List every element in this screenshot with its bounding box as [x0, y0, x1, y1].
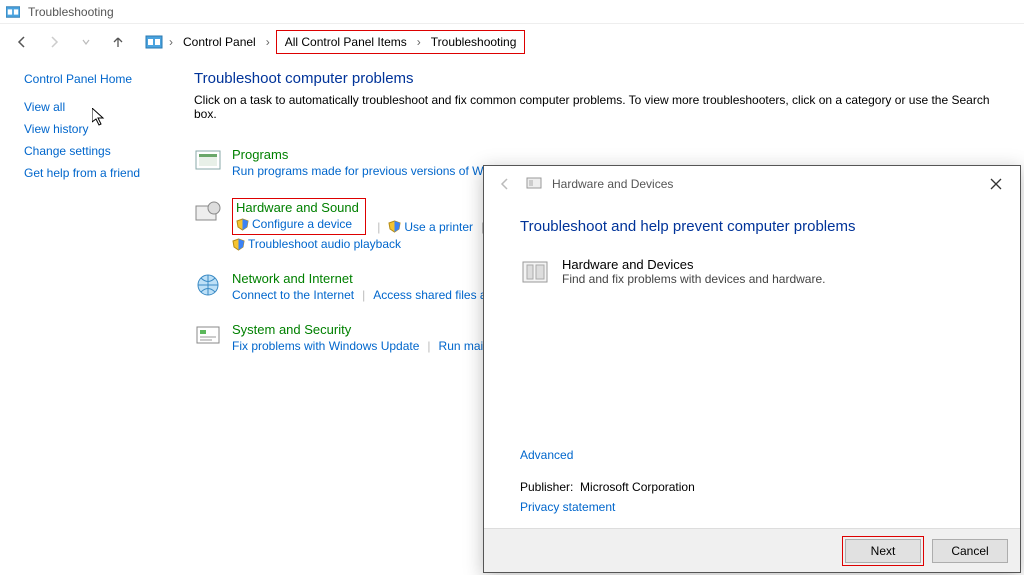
breadcrumb-item-2[interactable]: Troubleshooting — [427, 33, 521, 51]
title-bar: Troubleshooting — [0, 0, 1024, 24]
dialog-body: Troubleshoot and help prevent computer p… — [484, 202, 1020, 528]
system-icon — [194, 322, 222, 350]
link-configure-device[interactable]: Configure a device — [252, 217, 352, 231]
programs-icon — [194, 147, 222, 175]
link-windows-update[interactable]: Fix problems with Windows Update — [232, 339, 419, 353]
page-subtext: Click on a task to automatically trouble… — [194, 93, 1012, 121]
dialog-item-title: Hardware and Devices — [562, 257, 825, 272]
category-title[interactable]: Hardware and Sound — [236, 200, 359, 215]
dialog-title: Hardware and Devices — [552, 177, 673, 191]
breadcrumb[interactable]: › Control Panel › All Control Panel Item… — [138, 30, 532, 54]
link-shared-files[interactable]: Access shared files a — [373, 288, 486, 302]
window-title: Troubleshooting — [28, 5, 114, 19]
dialog-item: Hardware and Devices Find and fix proble… — [520, 257, 984, 290]
publisher-info: Publisher: Microsoft Corporation — [520, 480, 695, 494]
separator: | — [354, 288, 373, 302]
app-icon — [6, 5, 22, 19]
nav-recent-dropdown[interactable] — [74, 30, 98, 54]
cancel-button[interactable]: Cancel — [932, 539, 1008, 563]
chevron-right-icon: › — [264, 35, 272, 49]
category-title[interactable]: System and Security — [232, 322, 483, 337]
publisher-value: Microsoft Corporation — [580, 480, 695, 494]
troubleshooter-dialog: Hardware and Devices Troubleshoot and he… — [483, 165, 1021, 573]
nav-toolbar: › Control Panel › All Control Panel Item… — [0, 24, 1024, 60]
sidebar-item-change-settings[interactable]: Change settings — [24, 144, 178, 158]
privacy-link[interactable]: Privacy statement — [520, 500, 615, 514]
next-highlight: Next — [842, 536, 924, 566]
page-heading: Troubleshoot computer problems — [194, 70, 1012, 87]
category-title[interactable]: Network and Internet — [232, 271, 487, 286]
shield-icon — [236, 218, 249, 231]
chevron-right-icon: › — [415, 35, 423, 49]
dialog-footer: Next Cancel — [484, 528, 1020, 572]
nav-up-button[interactable] — [106, 30, 130, 54]
chevron-right-icon: › — [167, 35, 175, 49]
advanced-link[interactable]: Advanced — [520, 448, 573, 462]
category-title[interactable]: Programs — [232, 147, 521, 162]
breadcrumb-icon — [145, 33, 163, 51]
hardware-highlight: Hardware and Sound Configure a device — [232, 198, 366, 235]
sidebar-home-link[interactable]: Control Panel Home — [24, 72, 178, 86]
breadcrumb-highlight: All Control Panel Items › Troubleshootin… — [276, 30, 526, 54]
hardware-icon — [194, 198, 222, 226]
shield-icon — [388, 220, 401, 233]
link-run-compat[interactable]: Run programs made for previous versions … — [232, 164, 521, 178]
dialog-heading: Troubleshoot and help prevent computer p… — [520, 218, 984, 235]
publisher-label: Publisher: — [520, 480, 573, 494]
nav-forward-button — [42, 30, 66, 54]
dialog-back-button — [494, 173, 516, 195]
next-button[interactable]: Next — [845, 539, 921, 563]
sidebar-item-view-all[interactable]: View all — [24, 100, 178, 114]
link-connect-internet[interactable]: Connect to the Internet — [232, 288, 354, 302]
link-use-printer[interactable]: Use a printer — [404, 220, 473, 234]
link-audio-playback[interactable]: Troubleshoot audio playback — [248, 237, 401, 251]
breadcrumb-item-1[interactable]: All Control Panel Items — [281, 33, 411, 51]
close-button[interactable] — [982, 170, 1010, 198]
nav-back-button[interactable] — [10, 30, 34, 54]
dialog-icon — [526, 175, 542, 194]
sidebar: Control Panel Home View all View history… — [0, 60, 190, 575]
sidebar-item-view-history[interactable]: View history — [24, 122, 178, 136]
separator: | — [419, 339, 438, 353]
dialog-item-subtitle: Find and fix problems with devices and h… — [562, 272, 825, 286]
network-icon — [194, 271, 222, 299]
device-icon — [520, 257, 550, 290]
breadcrumb-item-0[interactable]: Control Panel — [179, 33, 260, 51]
link-maintenance[interactable]: Run mai — [439, 339, 484, 353]
separator: | — [369, 220, 388, 234]
sidebar-item-get-help[interactable]: Get help from a friend — [24, 166, 178, 180]
shield-icon — [232, 238, 245, 251]
dialog-titlebar: Hardware and Devices — [484, 166, 1020, 202]
